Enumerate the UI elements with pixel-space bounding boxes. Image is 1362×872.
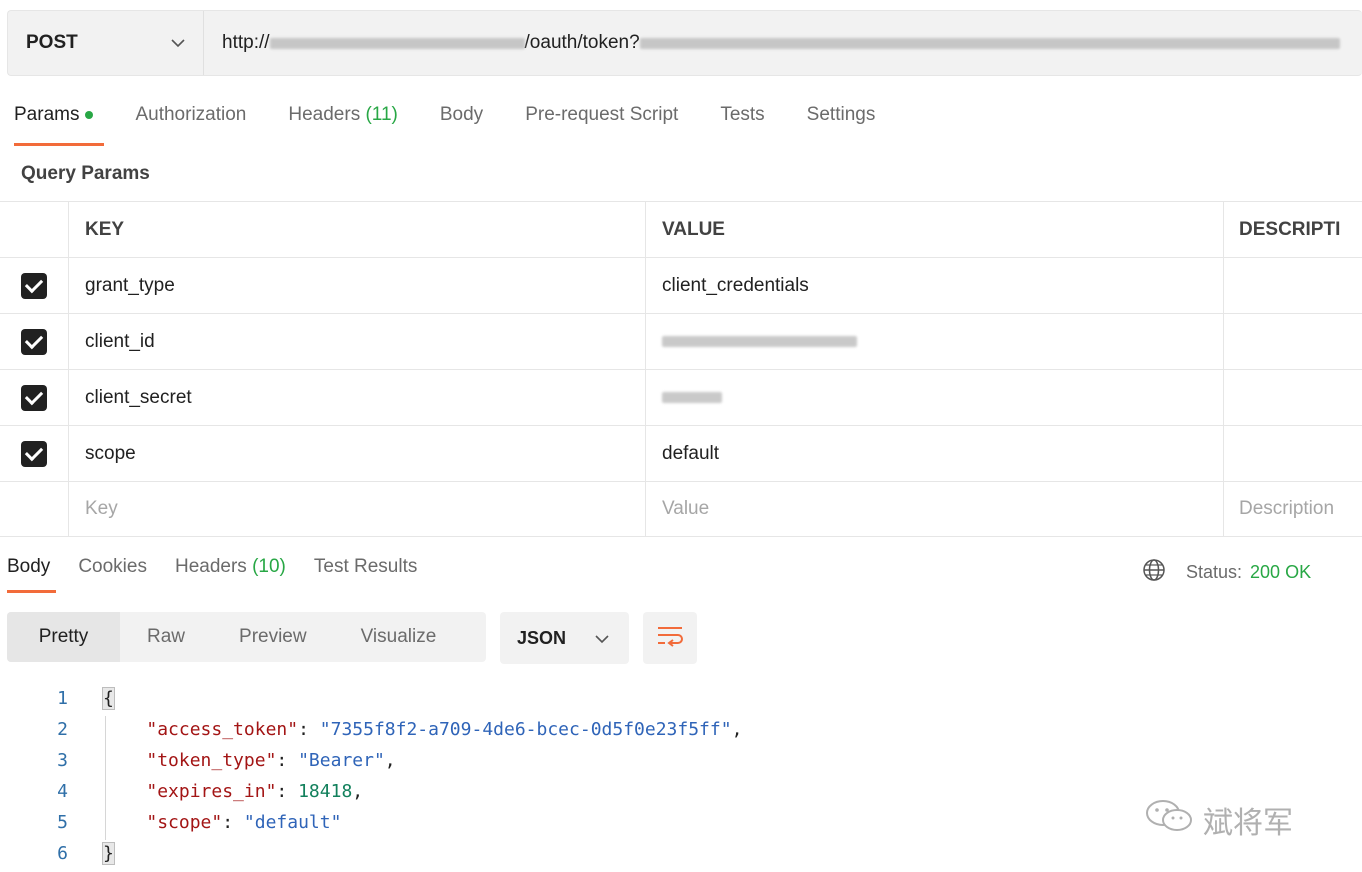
tab-headers[interactable]: Headers (11) [288, 104, 398, 144]
value-redacted [662, 336, 857, 347]
value-placeholder[interactable]: Value [646, 482, 1224, 536]
code-line: 5 "scope": "default" [0, 807, 742, 838]
json-value: "default" [243, 812, 342, 833]
chevron-down-icon [171, 35, 185, 52]
key-placeholder[interactable]: Key [69, 482, 646, 536]
params-table: KEY VALUE DESCRIPTI grant_type client_cr… [0, 201, 1362, 537]
table-row: client_secret [0, 369, 1362, 425]
view-mode-preview[interactable]: Preview [212, 612, 334, 662]
tab-authorization[interactable]: Authorization [135, 104, 246, 144]
row-checkbox[interactable] [21, 328, 47, 355]
globe-icon[interactable] [1142, 558, 1166, 587]
watermark-text: 斌将军 [1203, 807, 1293, 840]
method-label: POST [26, 32, 78, 53]
request-tabs: Params Authorization Headers (11) Body P… [14, 104, 917, 146]
request-bar: POST http:// /oauth/token? [7, 10, 1362, 76]
param-description[interactable] [1224, 370, 1362, 425]
description-placeholder[interactable]: Description [1224, 482, 1362, 536]
view-mode-visualize[interactable]: Visualize [334, 612, 464, 662]
column-header-description: DESCRIPTI [1239, 218, 1341, 240]
tab-test-results[interactable]: Test Results [314, 556, 417, 578]
query-params-title: Query Params [21, 163, 150, 184]
format-label: JSON [517, 627, 567, 648]
json-key: "access_token" [146, 719, 299, 740]
status-label: Status: [1186, 562, 1243, 582]
json-key: "scope" [146, 812, 223, 833]
json-key: "token_type" [146, 750, 277, 771]
json-value: "Bearer" [298, 750, 385, 771]
method-select[interactable]: POST [8, 11, 204, 75]
param-value[interactable]: default [646, 426, 1224, 481]
tab-pre-request-script[interactable]: Pre-request Script [525, 104, 678, 144]
params-active-dot [85, 110, 94, 119]
url-prefix: http:// [222, 32, 270, 53]
tab-settings[interactable]: Settings [807, 104, 876, 144]
line-number: 5 [57, 812, 68, 833]
param-description[interactable] [1224, 258, 1362, 313]
code-line: 1 { [0, 683, 742, 714]
line-number: 4 [57, 781, 68, 802]
code-line: 3 "token_type": "Bearer", [0, 745, 742, 776]
tab-response-body[interactable]: Body [7, 556, 57, 593]
json-key: "expires_in" [146, 781, 277, 802]
view-mode-switcher: Pretty Raw Preview Visualize [7, 612, 486, 662]
column-header-value: VALUE [646, 202, 1224, 257]
line-number: 1 [57, 688, 68, 709]
param-key[interactable]: client_id [69, 314, 646, 369]
close-brace: } [102, 842, 115, 865]
wechat-icon [1143, 796, 1199, 844]
watermark: 斌将军 [1143, 796, 1293, 844]
status-value: 200 OK [1250, 562, 1312, 582]
tab-tests[interactable]: Tests [720, 104, 764, 144]
column-header-key: KEY [69, 202, 646, 257]
param-value[interactable] [646, 314, 1224, 369]
param-value[interactable]: client_credentials [646, 258, 1224, 313]
param-key[interactable]: scope [69, 426, 646, 481]
view-mode-raw[interactable]: Raw [120, 612, 212, 662]
format-select[interactable]: JSON [500, 612, 629, 664]
url-input[interactable]: http:// /oauth/token? [204, 32, 1362, 54]
response-status: Status: 200 OK [1142, 558, 1311, 587]
tab-cookies[interactable]: Cookies [78, 556, 147, 578]
table-row-new: Key Value Description [0, 481, 1362, 537]
param-key[interactable]: grant_type [69, 258, 646, 313]
headers-count: (11) [365, 104, 398, 125]
line-number: 3 [57, 750, 68, 771]
url-path: /oauth/token? [524, 32, 640, 53]
wrap-lines-icon [656, 624, 684, 653]
code-line: 2 "access_token": "7355f8f2-a709-4de6-bc… [0, 714, 742, 745]
table-row: grant_type client_credentials [0, 257, 1362, 313]
line-number: 6 [57, 843, 68, 864]
table-row: client_id [0, 313, 1362, 369]
response-tabs: Body Cookies Headers (10) Test Results [7, 556, 445, 593]
view-mode-pretty[interactable]: Pretty [7, 612, 120, 662]
table-row: scope default [0, 425, 1362, 481]
value-redacted [662, 392, 722, 403]
param-key[interactable]: client_secret [69, 370, 646, 425]
url-host-redacted [269, 37, 525, 49]
url-query-redacted [639, 37, 1340, 49]
params-header-row: KEY VALUE DESCRIPTI [0, 201, 1362, 257]
response-body-code[interactable]: 1 { 2 "access_token": "7355f8f2-a709-4de… [0, 683, 742, 869]
json-value: 18418 [298, 781, 353, 802]
code-line: 4 "expires_in": 18418, [0, 776, 742, 807]
row-checkbox[interactable] [21, 440, 47, 467]
wrap-lines-button[interactable] [643, 612, 697, 664]
row-checkbox[interactable] [21, 272, 47, 299]
json-value: "7355f8f2-a709-4de6-bcec-0d5f0e23f5ff" [319, 719, 732, 740]
row-checkbox[interactable] [21, 384, 47, 411]
line-number: 2 [57, 719, 68, 740]
tab-params[interactable]: Params [14, 104, 105, 146]
response-headers-count: (10) [252, 556, 286, 577]
param-description[interactable] [1224, 426, 1362, 481]
code-line: 6 } [0, 838, 742, 869]
param-description[interactable] [1224, 314, 1362, 369]
chevron-down-icon [595, 628, 609, 649]
tab-response-headers[interactable]: Headers (10) [175, 556, 286, 578]
open-brace: { [102, 687, 115, 710]
tab-body[interactable]: Body [440, 104, 483, 144]
param-value[interactable] [646, 370, 1224, 425]
